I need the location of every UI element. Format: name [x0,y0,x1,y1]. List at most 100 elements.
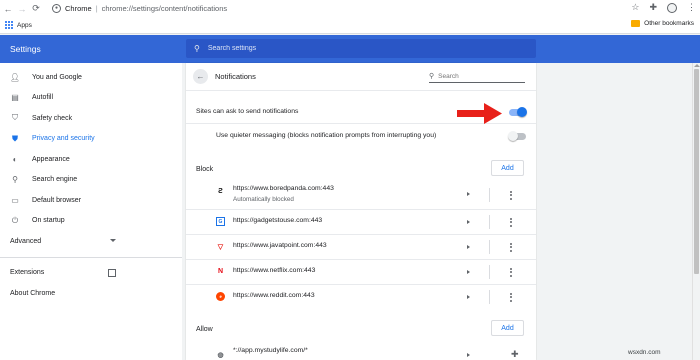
sidebar-item-privacy-and-security[interactable]: ⛊ Privacy and security [0,129,182,150]
sidebar-item-default-browser[interactable]: ▭ Default browser [0,190,182,211]
row-divider [489,290,490,304]
address-separator: | [95,3,98,13]
back-arrow-icon[interactable]: ← [193,69,208,84]
power-icon: ⏻ [11,215,19,225]
browser-toolbar: ← → ⟳ ● Chrome | chrome://settings/conte… [0,0,700,17]
settings-search-box[interactable]: ⚲ [186,39,536,58]
row-divider [489,240,490,254]
scrollbar-thumb[interactable] [694,69,699,274]
extension-puzzle-icon: ✚ [511,349,519,359]
list-item[interactable]: G https://gadgetstouse.com:443 [186,210,536,234]
bookmarks-bar: Apps Other bookmarks [0,17,700,34]
more-actions-icon[interactable] [508,243,514,252]
apps-shortcut[interactable]: Apps [5,21,32,29]
sidebar-extensions-label: Extensions [10,269,45,277]
search-icon: ⚲ [194,44,200,53]
quieter-messaging-toggle[interactable] [508,131,526,141]
settings-title: Settings [10,44,41,54]
sidebar-item-extensions[interactable]: Extensions [0,263,182,284]
search-icon: ⚲ [429,73,435,80]
netflix-favicon-icon: N [217,268,224,275]
more-actions-icon[interactable] [508,268,514,277]
page-title: Notifications [215,72,256,81]
add-allow-button[interactable]: Add [491,320,524,336]
chevron-right-icon[interactable] [467,270,470,274]
site-url: https://www.reddit.com:443 [233,292,315,299]
panel-search-input[interactable] [438,72,519,80]
allow-section-title: Allow [196,326,213,333]
sidebar-item-about-chrome[interactable]: About Chrome [0,283,182,304]
reload-icon[interactable]: ⟳ [30,3,42,15]
more-actions-icon[interactable] [508,218,514,227]
sidebar-advanced-toggle[interactable]: Advanced [0,231,182,252]
back-arrow-icon[interactable]: ← [2,3,14,15]
sidebar-item-safety-check[interactable]: ⛉ Safety check [0,108,182,129]
settings-search-input[interactable] [207,45,508,52]
chevron-right-icon[interactable] [467,295,470,299]
sidebar-item-appearance[interactable]: ◐ Appearance [0,149,182,170]
sidebar-item-search-engine[interactable]: ⚲ Search engine [0,170,182,191]
forward-arrow-icon[interactable]: → [16,3,28,15]
row-divider [489,188,490,202]
clipboard-icon: ▤ [11,93,19,103]
chevron-right-icon[interactable] [467,220,470,224]
sidebar-item-label: On startup [32,217,65,225]
page-scrollbar[interactable] [692,63,700,360]
address-path: chrome://settings/content/notifications [101,3,228,13]
site-info-icon[interactable]: ● [52,3,61,13]
row-divider [489,265,490,279]
settings-header: Settings ⚲ [0,35,700,63]
chevron-right-icon[interactable] [467,353,470,357]
site-url: https://gadgetstouse.com:443 [233,217,323,224]
panel-search-box[interactable]: ⚲ [429,70,525,83]
row-divider [489,215,490,229]
other-bookmarks-label: Other bookmarks [644,20,694,27]
settings-sidebar: 👤︎ You and Google ▤ Autofill ⛉ Safety ch… [0,63,182,360]
extensions-icon[interactable]: ✚ [649,2,657,13]
watermark: wsxdn.com [628,349,661,356]
ask-to-send-toggle[interactable] [509,107,527,117]
gadgetstouse-favicon-icon: G [216,217,225,226]
sidebar-item-you-and-google[interactable]: 👤︎ You and Google [0,67,182,88]
javatpoint-favicon-icon: ▽ [217,243,224,251]
site-url: https://www.netflix.com:443 [233,267,316,274]
boredpanda-favicon-icon: ϩ [218,188,223,195]
open-in-new-icon [108,268,116,277]
person-icon: 👤︎ [9,72,21,82]
chevron-down-icon [110,239,116,242]
site-url: *://app.mystudylife.com/* [233,347,308,354]
bookmark-star-icon[interactable]: ☆ [631,2,639,13]
chevron-right-icon[interactable] [467,245,470,249]
apps-label: Apps [17,21,32,29]
scroll-up-icon[interactable] [694,64,700,67]
other-bookmarks[interactable]: Other bookmarks [631,20,694,27]
sidebar-item-label: Default browser [32,196,82,204]
apps-grid-icon [5,21,13,29]
sidebar-item-label: Safety check [32,114,73,122]
list-item[interactable]: ◕ https://www.reddit.com:443 [186,285,536,309]
sidebar-item-autofill[interactable]: ▤ Autofill [0,88,182,109]
chevron-right-icon[interactable] [467,192,470,196]
more-actions-icon[interactable] [508,293,514,302]
panel-header: ← Notifications ⚲ [186,63,536,91]
list-item[interactable]: N https://www.netflix.com:443 [186,260,536,284]
add-block-button[interactable]: Add [491,160,524,176]
sidebar-item-on-startup[interactable]: ⏻ On startup [0,211,182,232]
menu-kebab-icon[interactable]: ⋮ [687,2,696,13]
block-section-title: Block [196,166,214,173]
browser-icon: ▭ [11,195,19,205]
address-bar[interactable]: ● Chrome | chrome://settings/content/not… [52,1,626,15]
list-item[interactable]: ϩ https://www.boredpanda.com:443 Automat… [186,181,536,205]
sidebar-about-label: About Chrome [10,289,56,297]
sidebar-item-label: Autofill [32,94,54,102]
profile-avatar-icon[interactable] [667,2,677,13]
sidebar-item-label: You and Google [32,73,82,81]
list-item[interactable]: ▽ https://www.javatpoint.com:443 [186,235,536,259]
sidebar-item-label: Appearance [32,155,70,163]
globe-icon: ◍ [217,351,224,359]
list-item[interactable]: ◍ *://app.mystudylife.com/* ✚ [186,344,536,360]
quieter-messaging-label: Use quieter messaging (blocks notificati… [216,132,437,139]
red-arrow-icon [457,103,502,124]
more-actions-icon[interactable] [508,191,514,200]
site-status: Automatically blocked [233,196,294,203]
